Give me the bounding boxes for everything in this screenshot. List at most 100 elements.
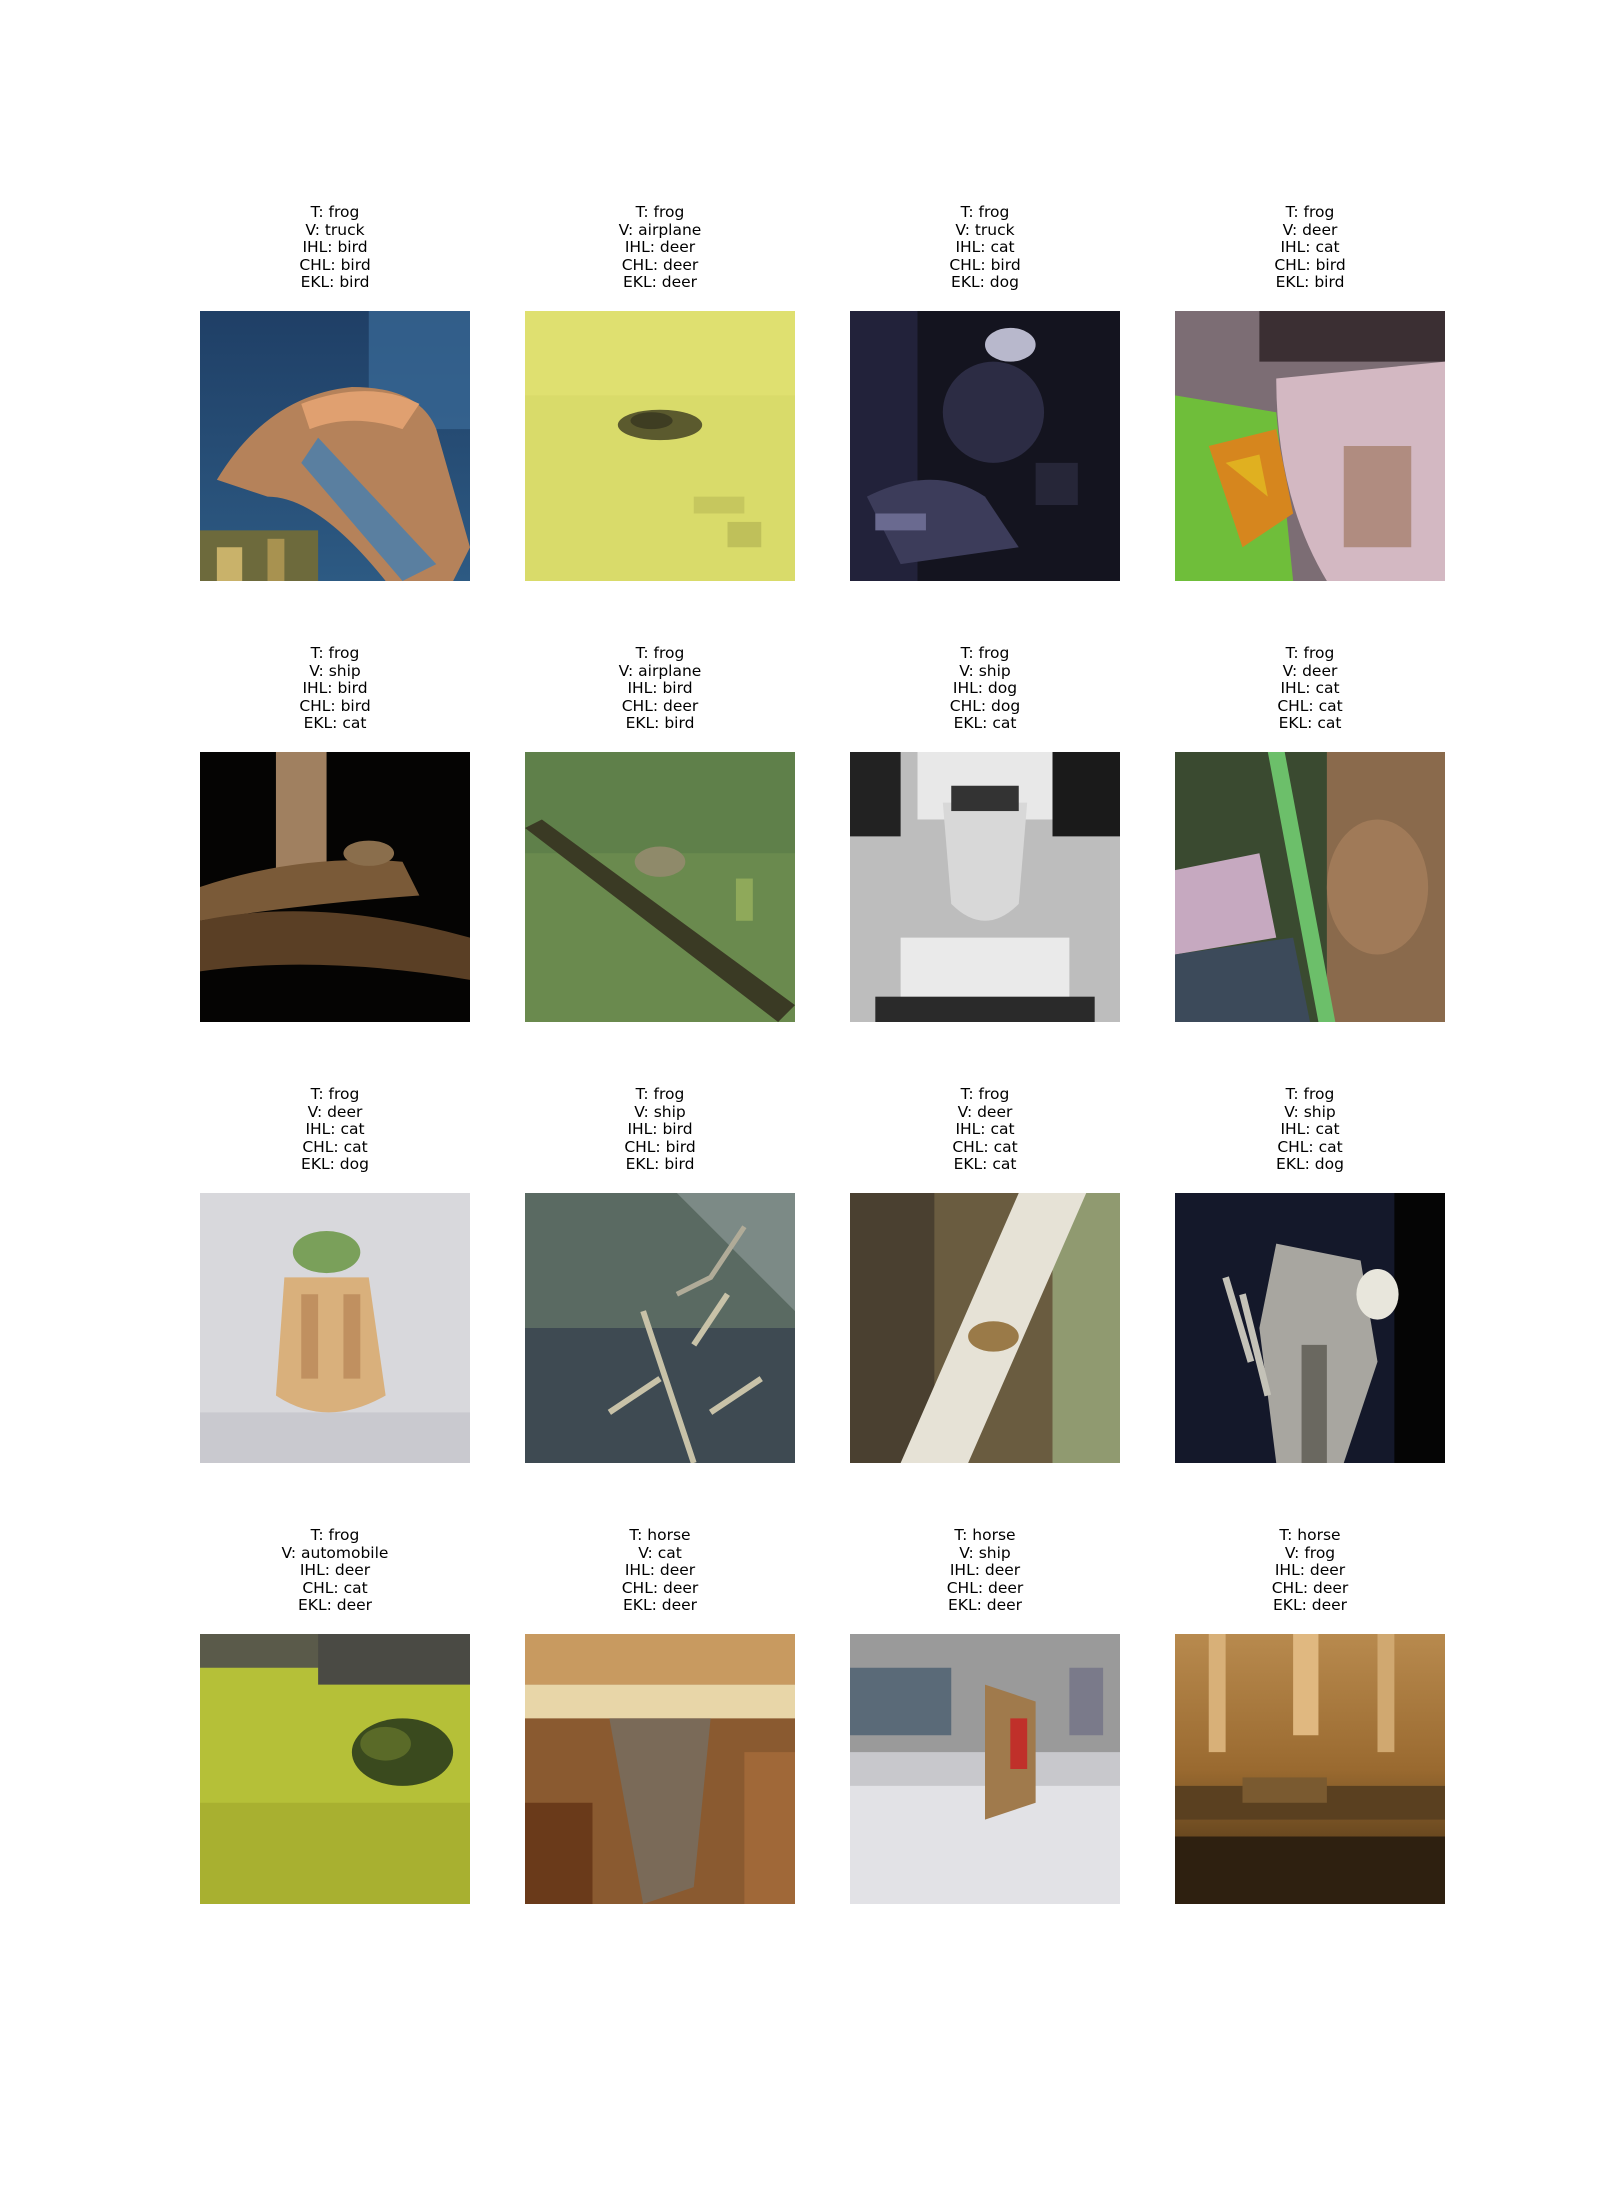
- ekl-label: EKL: cat: [953, 714, 1017, 733]
- thumbnail-image: [1175, 1634, 1445, 1904]
- caption: T: frog V: ship IHL: dog CHL: dog EKL: c…: [850, 644, 1120, 733]
- true-label: T: frog: [1285, 644, 1335, 662]
- ekl-label: EKL: deer: [622, 273, 698, 292]
- chl-label: CHL: dog: [949, 696, 1021, 715]
- v-label: V: airplane: [618, 220, 702, 239]
- true-label: T: frog: [960, 644, 1010, 662]
- ekl-label: EKL: dog: [301, 1155, 369, 1174]
- ihl-label: IHL: cat: [955, 1120, 1015, 1139]
- true-label: T: frog: [1285, 203, 1335, 221]
- caption: T: frog V: airplane IHL: deer CHL: deer …: [525, 203, 795, 292]
- chl-label: CHL: cat: [302, 1578, 368, 1597]
- caption: T: frog V: truck IHL: bird CHL: bird EKL…: [200, 203, 470, 292]
- true-label: T: horse: [954, 1526, 1016, 1544]
- v-label: V: ship: [959, 1543, 1011, 1562]
- chl-label: CHL: cat: [952, 1137, 1018, 1156]
- true-label: T: frog: [635, 1085, 685, 1103]
- chl-label: CHL: cat: [1277, 1137, 1343, 1156]
- ihl-label: IHL: deer: [1274, 1561, 1346, 1580]
- caption: T: frog V: deer IHL: cat CHL: bird EKL: …: [1175, 203, 1445, 292]
- v-label: V: deer: [1282, 220, 1338, 239]
- chl-label: CHL: bird: [949, 255, 1021, 274]
- caption: T: frog V: deer IHL: cat CHL: cat EKL: c…: [1175, 644, 1445, 733]
- thumbnail-image: [1175, 1193, 1445, 1463]
- ekl-label: EKL: bird: [625, 714, 695, 733]
- true-label: T: frog: [635, 203, 685, 221]
- v-label: V: deer: [307, 1102, 363, 1121]
- ihl-label: IHL: cat: [1280, 238, 1340, 257]
- thumbnail-image: [525, 311, 795, 581]
- true-label: T: frog: [310, 1526, 360, 1544]
- thumbnail-image: [850, 311, 1120, 581]
- thumbnail-image: [850, 1634, 1120, 1904]
- ihl-label: IHL: deer: [624, 238, 696, 257]
- ekl-label: EKL: deer: [297, 1596, 373, 1615]
- true-label: T: horse: [629, 1526, 691, 1544]
- ekl-label: EKL: bird: [625, 1155, 695, 1174]
- v-label: V: ship: [634, 1102, 686, 1121]
- caption: T: frog V: ship IHL: cat CHL: cat EKL: d…: [1175, 1085, 1445, 1174]
- ihl-label: IHL: cat: [955, 238, 1015, 257]
- caption: T: horse V: cat IHL: deer CHL: deer EKL:…: [525, 1526, 795, 1615]
- thumbnail-image: [525, 1193, 795, 1463]
- ihl-label: IHL: cat: [1280, 679, 1340, 698]
- v-label: V: airplane: [618, 661, 702, 680]
- v-label: V: ship: [309, 661, 361, 680]
- ihl-label: IHL: dog: [952, 679, 1018, 698]
- ekl-label: EKL: cat: [1278, 714, 1342, 733]
- v-label: V: truck: [305, 220, 365, 239]
- true-label: T: horse: [1279, 1526, 1341, 1544]
- ihl-label: IHL: deer: [624, 1561, 696, 1580]
- thumbnail-image: [200, 752, 470, 1022]
- chl-label: CHL: bird: [299, 255, 371, 274]
- v-label: V: truck: [955, 220, 1015, 239]
- thumbnail-image: [200, 1634, 470, 1904]
- v-label: V: deer: [957, 1102, 1013, 1121]
- chl-label: CHL: deer: [621, 1578, 699, 1597]
- ekl-label: EKL: deer: [622, 1596, 698, 1615]
- true-label: T: frog: [960, 203, 1010, 221]
- thumbnail-image: [850, 1193, 1120, 1463]
- ihl-label: IHL: deer: [299, 1561, 371, 1580]
- ekl-label: EKL: dog: [951, 273, 1019, 292]
- true-label: T: frog: [310, 203, 360, 221]
- ekl-label: EKL: cat: [303, 714, 367, 733]
- thumbnail-image: [850, 752, 1120, 1022]
- ihl-label: IHL: bird: [627, 1120, 693, 1139]
- chl-label: CHL: cat: [1277, 696, 1343, 715]
- ihl-label: IHL: bird: [302, 679, 368, 698]
- caption: T: frog V: truck IHL: cat CHL: bird EKL:…: [850, 203, 1120, 292]
- ekl-label: EKL: deer: [1272, 1596, 1348, 1615]
- true-label: T: frog: [310, 1085, 360, 1103]
- thumbnail-image: [1175, 752, 1445, 1022]
- v-label: V: cat: [638, 1543, 682, 1562]
- ekl-label: EKL: cat: [953, 1155, 1017, 1174]
- caption: T: horse V: frog IHL: deer CHL: deer EKL…: [1175, 1526, 1445, 1615]
- caption: T: frog V: ship IHL: bird CHL: bird EKL:…: [200, 644, 470, 733]
- thumbnail-image: [525, 752, 795, 1022]
- chl-label: CHL: deer: [1271, 1578, 1349, 1597]
- thumbnail-image: [525, 1634, 795, 1904]
- ihl-label: IHL: cat: [1280, 1120, 1340, 1139]
- thumbnail-image: [200, 1193, 470, 1463]
- v-label: V: frog: [1284, 1543, 1336, 1562]
- ihl-label: IHL: bird: [302, 238, 368, 257]
- caption: T: frog V: ship IHL: bird CHL: bird EKL:…: [525, 1085, 795, 1174]
- chl-label: CHL: bird: [624, 1137, 696, 1156]
- chl-label: CHL: deer: [621, 696, 699, 715]
- v-label: V: deer: [1282, 661, 1338, 680]
- ekl-label: EKL: bird: [300, 273, 370, 292]
- true-label: T: frog: [310, 644, 360, 662]
- chl-label: CHL: deer: [621, 255, 699, 274]
- chl-label: CHL: deer: [946, 1578, 1024, 1597]
- caption: T: frog V: airplane IHL: bird CHL: deer …: [525, 644, 795, 733]
- v-label: V: automobile: [281, 1543, 389, 1562]
- caption: T: frog V: deer IHL: cat CHL: cat EKL: c…: [850, 1085, 1120, 1174]
- chl-label: CHL: bird: [1274, 255, 1346, 274]
- caption: T: frog V: deer IHL: cat CHL: cat EKL: d…: [200, 1085, 470, 1174]
- ihl-label: IHL: bird: [627, 679, 693, 698]
- true-label: T: frog: [1285, 1085, 1335, 1103]
- thumbnail-image: [200, 311, 470, 581]
- thumbnail-image: [1175, 311, 1445, 581]
- v-label: V: ship: [1284, 1102, 1336, 1121]
